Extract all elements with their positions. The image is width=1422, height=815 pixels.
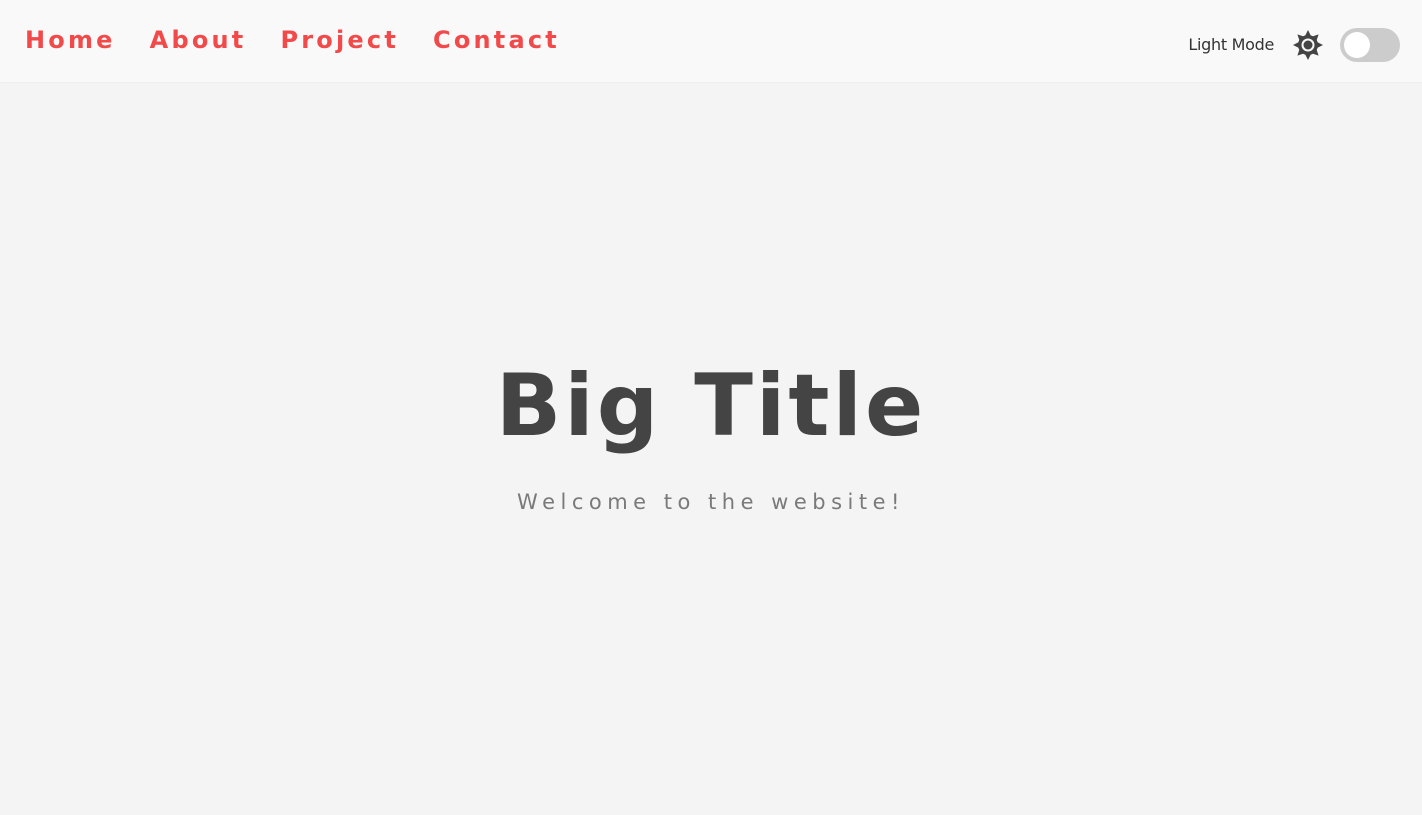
nav-link-project[interactable]: Project	[280, 26, 399, 54]
nav-link-about[interactable]: About	[150, 26, 247, 54]
page-title: Big Title	[495, 356, 927, 456]
sun-icon	[1293, 29, 1323, 60]
nav-link-contact[interactable]: Contact	[433, 26, 560, 54]
navbar: Home About Project Contact Light Mode	[0, 0, 1422, 83]
theme-label: Light Mode	[1188, 35, 1274, 54]
nav-link-home[interactable]: Home	[25, 26, 116, 54]
hero-section: Big Title Welcome to the website!	[0, 0, 1422, 815]
toggle-knob	[1344, 31, 1370, 58]
theme-switcher: Light Mode	[1188, 0, 1400, 83]
theme-toggle[interactable]	[1340, 27, 1400, 62]
nav-links: Home About Project Contact	[25, 0, 560, 83]
page-subtitle: Welcome to the website!	[517, 490, 905, 514]
